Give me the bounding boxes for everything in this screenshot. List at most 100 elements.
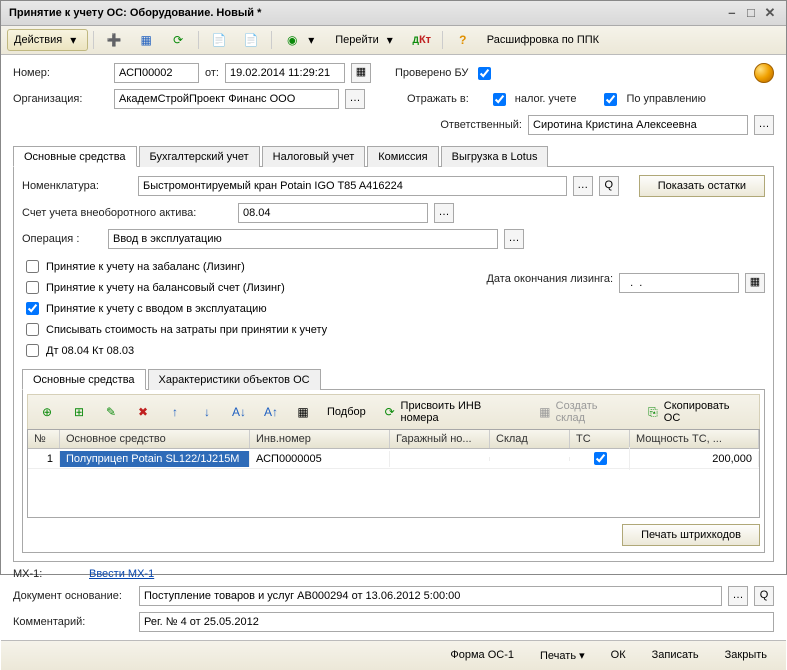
chk-balance[interactable] bbox=[26, 281, 39, 294]
post-icon[interactable]: ▦ bbox=[131, 29, 161, 51]
responsible-picker-icon[interactable]: … bbox=[754, 115, 774, 135]
subtab-assets[interactable]: Основные средства bbox=[22, 369, 146, 390]
basis-search-icon[interactable]: Q bbox=[754, 586, 774, 606]
date-picker-icon[interactable]: ▦ bbox=[351, 63, 371, 83]
add-row-icon[interactable]: ⊕ bbox=[32, 401, 62, 423]
new-icon[interactable]: ➕ bbox=[99, 29, 129, 51]
chk-writeoff[interactable] bbox=[26, 323, 39, 336]
ok-button[interactable]: ОК bbox=[600, 645, 637, 666]
comment-input[interactable] bbox=[139, 612, 774, 632]
tab-assets[interactable]: Основные средства bbox=[13, 146, 137, 167]
maximize-icon[interactable]: □ bbox=[743, 5, 759, 20]
status-icon[interactable] bbox=[754, 63, 774, 83]
sort-desc-icon[interactable]: A↑ bbox=[256, 401, 286, 423]
nomen-input[interactable] bbox=[138, 176, 567, 196]
date-input[interactable] bbox=[225, 63, 345, 83]
operation-input[interactable] bbox=[108, 229, 498, 249]
sub-toolbar: ⊕ ⊞ ✎ ✖ ↑ ↓ A↓ A↑ ▦ Подбор ⟳Присвоить ИН… bbox=[27, 394, 760, 429]
tab-accounting[interactable]: Бухгалтерский учет bbox=[139, 146, 260, 167]
reflect-label: Отражать в: bbox=[407, 93, 469, 105]
col-garage[interactable]: Гаражный но... bbox=[390, 430, 490, 448]
table-row[interactable]: 1 Полуприцеп Potain SL122/1J215M АСП0000… bbox=[28, 449, 759, 469]
window-title: Принятие к учету ОС: Оборудование. Новый… bbox=[9, 7, 261, 19]
refresh-sheet-icon[interactable]: ⟳ bbox=[163, 29, 193, 51]
actions-menu[interactable]: Действия ▾ bbox=[7, 29, 88, 51]
basis-picker-icon[interactable]: … bbox=[728, 586, 748, 606]
titlebar: Принятие к учету ОС: Оборудование. Новый… bbox=[1, 1, 786, 26]
org-picker-icon[interactable]: … bbox=[345, 89, 365, 109]
account-picker-icon[interactable]: … bbox=[434, 203, 454, 223]
col-num[interactable]: № bbox=[28, 430, 60, 448]
decode-ppk[interactable]: Расшифровка по ППК bbox=[480, 31, 606, 49]
col-store[interactable]: Склад bbox=[490, 430, 570, 448]
operation-label: Операция : bbox=[22, 233, 102, 245]
responsible-input[interactable] bbox=[528, 115, 748, 135]
org-input[interactable] bbox=[114, 89, 339, 109]
checked-bu-checkbox[interactable] bbox=[478, 67, 491, 80]
list-icon[interactable]: ▦ bbox=[288, 401, 318, 423]
lease-end-label: Дата окончания лизинга: bbox=[486, 273, 613, 285]
pick-button[interactable]: Подбор bbox=[320, 403, 373, 421]
post-close-icon[interactable]: 📄 bbox=[236, 29, 266, 51]
reflect-tax-checkbox[interactable] bbox=[493, 93, 506, 106]
lease-end-input[interactable] bbox=[619, 273, 739, 293]
assets-table: № Основное средство Инв.номер Гаражный н… bbox=[27, 429, 760, 518]
minimize-icon[interactable]: – bbox=[724, 5, 740, 20]
move-down-icon[interactable]: ↓ bbox=[192, 401, 222, 423]
operation-picker-icon[interactable]: … bbox=[504, 229, 524, 249]
tab-lotus[interactable]: Выгрузка в Lotus bbox=[441, 146, 549, 167]
subtab-characteristics[interactable]: Характеристики объектов ОС bbox=[148, 369, 321, 390]
responsible-label: Ответственный: bbox=[440, 119, 522, 131]
account-input[interactable] bbox=[238, 203, 428, 223]
go-icon[interactable]: 📄 bbox=[204, 29, 234, 51]
goto-menu[interactable]: Перейти ▾ bbox=[328, 29, 405, 51]
sub-tabs: Основные средства Характеристики объекто… bbox=[22, 368, 765, 390]
delete-row-icon[interactable]: ✖ bbox=[128, 401, 158, 423]
chk-offbalance[interactable] bbox=[26, 260, 39, 273]
account-label: Счет учета внеоборотного актива: bbox=[22, 207, 232, 219]
save-button[interactable]: Записать bbox=[641, 645, 710, 666]
checked-bu-label: Проверено БУ bbox=[395, 67, 468, 79]
tab-tax[interactable]: Налоговый учет bbox=[262, 146, 366, 167]
tab-commission[interactable]: Комиссия bbox=[367, 146, 438, 167]
print-barcodes-button[interactable]: Печать штрихкодов bbox=[622, 524, 760, 546]
debit-credit-icon[interactable]: ДКт bbox=[407, 29, 437, 51]
basis-label: Документ основание: bbox=[13, 590, 133, 602]
structure-icon[interactable]: ◉▾ bbox=[277, 29, 326, 51]
number-label: Номер: bbox=[13, 67, 108, 79]
insert-row-icon[interactable]: ⊞ bbox=[64, 401, 94, 423]
chk-commission[interactable] bbox=[26, 302, 39, 315]
show-balance-button[interactable]: Показать остатки bbox=[639, 175, 765, 197]
lease-end-picker-icon[interactable]: ▦ bbox=[745, 273, 765, 293]
edit-row-icon[interactable]: ✎ bbox=[96, 401, 126, 423]
mx-link[interactable]: Ввести МХ-1 bbox=[89, 568, 154, 580]
close-icon[interactable]: ✕ bbox=[762, 5, 778, 21]
sort-asc-icon[interactable]: A↓ bbox=[224, 401, 254, 423]
col-asset[interactable]: Основное средство bbox=[60, 430, 250, 448]
col-tc[interactable]: ТС bbox=[570, 430, 630, 448]
org-label: Организация: bbox=[13, 93, 108, 105]
reflect-mgmt-checkbox[interactable] bbox=[604, 93, 617, 106]
chk-dt[interactable] bbox=[26, 344, 39, 357]
nomen-picker-icon[interactable]: … bbox=[573, 176, 593, 196]
number-input[interactable] bbox=[114, 63, 199, 83]
assign-inv-button[interactable]: ⟳Присвоить ИНВ номера bbox=[375, 397, 528, 427]
col-power[interactable]: Мощность ТС, ... bbox=[630, 430, 759, 448]
help-icon[interactable]: ? bbox=[448, 29, 478, 51]
cell-asset[interactable]: Полуприцеп Potain SL122/1J215M bbox=[60, 451, 250, 467]
comment-label: Комментарий: bbox=[13, 616, 133, 628]
basis-input[interactable] bbox=[139, 586, 722, 606]
create-store-button[interactable]: ▦Создать склад bbox=[530, 397, 636, 427]
col-inv[interactable]: Инв.номер bbox=[250, 430, 390, 448]
move-up-icon[interactable]: ↑ bbox=[160, 401, 190, 423]
cell-tc[interactable] bbox=[570, 447, 630, 470]
print-menu[interactable]: Печать ▾ bbox=[529, 645, 596, 666]
reflect-mgmt-label: По управлению bbox=[626, 93, 705, 105]
close-button[interactable]: Закрыть bbox=[714, 645, 778, 666]
nomen-search-icon[interactable]: Q bbox=[599, 176, 619, 196]
main-toolbar: Действия ▾ ➕ ▦ ⟳ 📄 📄 ◉▾ Перейти ▾ ДКт ? … bbox=[1, 26, 786, 55]
copy-os-button[interactable]: ⎘Скопировать ОС bbox=[638, 397, 755, 427]
from-label: от: bbox=[205, 67, 219, 79]
mx-label: МХ-1: bbox=[13, 568, 83, 580]
form-os1-button[interactable]: Форма ОС-1 bbox=[439, 645, 525, 666]
